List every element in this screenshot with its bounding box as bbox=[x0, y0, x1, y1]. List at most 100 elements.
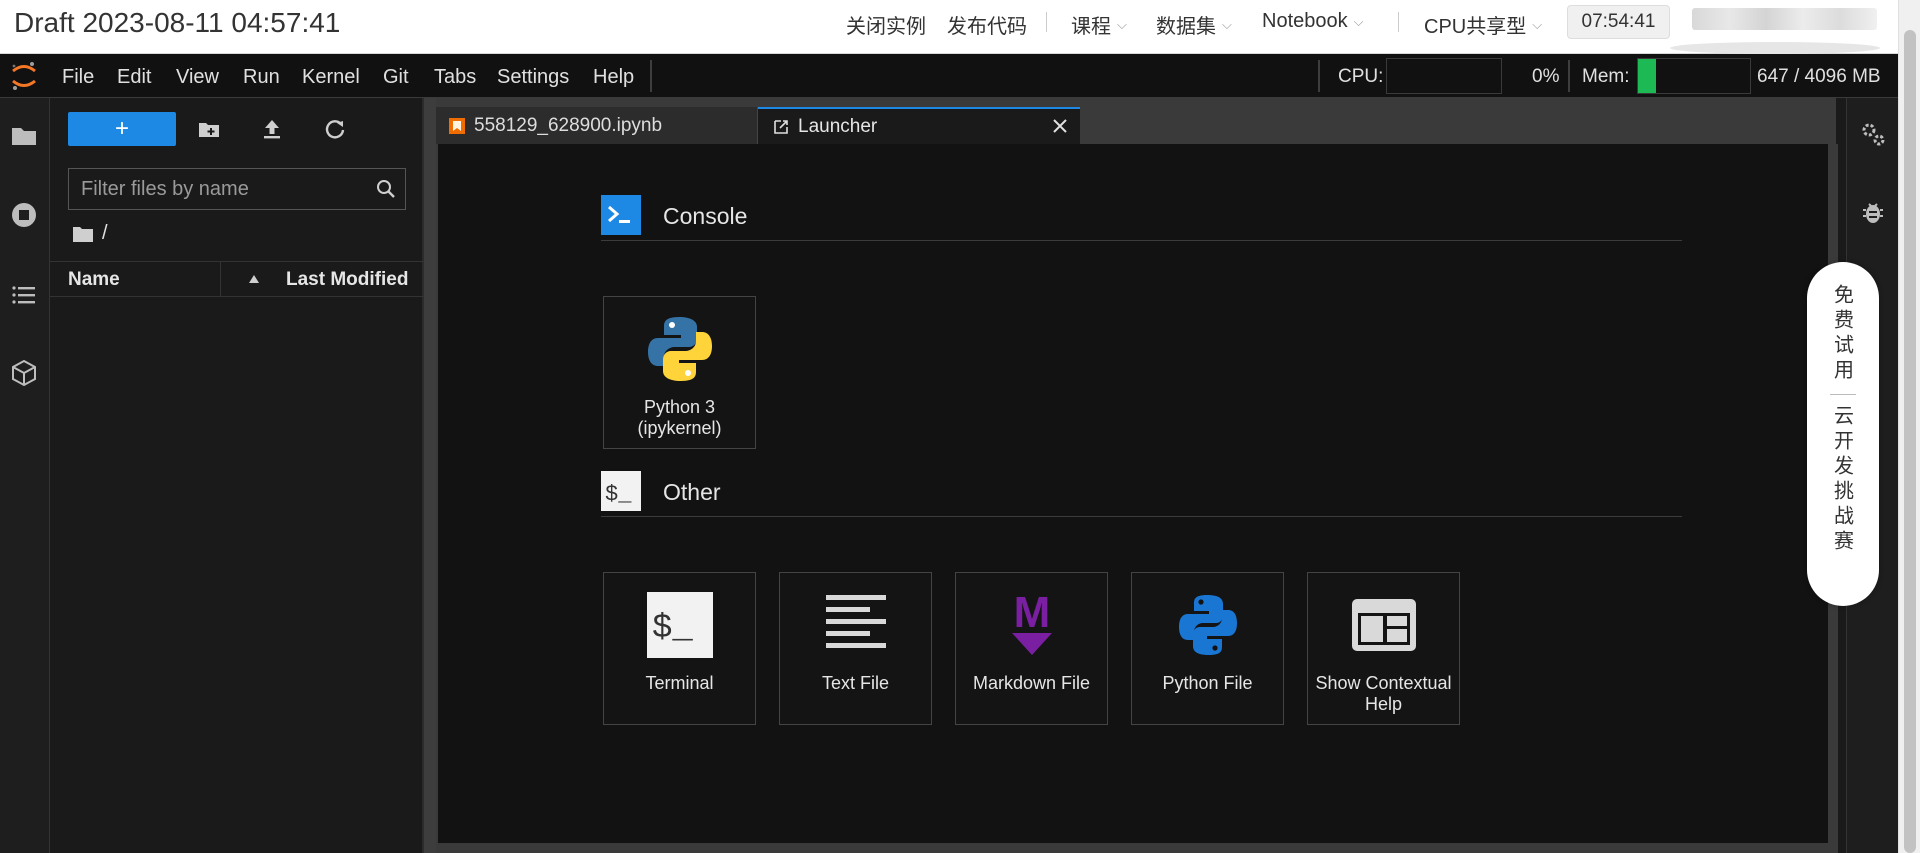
file-browser-panel: + / Name Last Modified bbox=[50, 98, 424, 853]
folder-icon bbox=[73, 226, 93, 242]
menu-view[interactable]: View bbox=[176, 66, 219, 89]
chevron-down-icon: ⌵ bbox=[1532, 16, 1543, 32]
menu-kernel[interactable]: Kernel bbox=[302, 66, 360, 89]
course-dropdown-label: 课程 bbox=[1071, 16, 1111, 38]
python-logo-icon bbox=[648, 317, 712, 381]
menu-help[interactable]: Help bbox=[593, 66, 634, 89]
cpu-label: CPU: bbox=[1338, 66, 1384, 87]
menu-edit[interactable]: Edit bbox=[117, 66, 151, 89]
session-timer: 07:54:41 bbox=[1567, 5, 1670, 39]
column-header-name[interactable]: Name bbox=[68, 269, 120, 291]
launcher-card-text-file[interactable]: Text File bbox=[779, 572, 932, 725]
property-inspector-gears-icon[interactable] bbox=[1859, 120, 1887, 148]
table-of-contents-icon[interactable] bbox=[9, 280, 39, 310]
new-folder-icon[interactable] bbox=[196, 116, 222, 142]
mem-value: 647 / 4096 MB bbox=[1757, 66, 1881, 87]
contextual-help-icon bbox=[1352, 599, 1416, 651]
sort-ascending-icon bbox=[249, 275, 259, 283]
terminal-icon: $_ bbox=[647, 592, 713, 658]
text-file-icon bbox=[826, 595, 886, 648]
terminal-dollar-icon: $_ bbox=[601, 471, 641, 511]
menu-bar: File Edit View Run Kernel Git Tabs Setti… bbox=[0, 54, 1920, 98]
machine-type-label: CPU共享型 bbox=[1424, 16, 1527, 38]
menu-file[interactable]: File bbox=[62, 66, 94, 89]
menu-settings[interactable]: Settings bbox=[497, 66, 569, 89]
machine-type-dropdown[interactable]: CPU共享型 ⌵ bbox=[1424, 10, 1542, 39]
card-label: Python File bbox=[1162, 673, 1253, 693]
launcher-card-markdown-file[interactable]: M Markdown File bbox=[955, 572, 1108, 725]
promo-floating-badge[interactable]: 免费试用 云开发挑战赛 bbox=[1807, 262, 1879, 606]
draft-title: Draft 2023-08-11 04:57:41 bbox=[14, 7, 341, 38]
file-list-header: Name Last Modified bbox=[50, 261, 424, 297]
column-header-last-modified[interactable]: Last Modified bbox=[286, 269, 408, 291]
python-file-icon bbox=[1179, 595, 1237, 655]
card-label: Markdown File bbox=[972, 673, 1091, 693]
divider bbox=[650, 60, 652, 92]
dataset-dropdown-label: 数据集 bbox=[1156, 16, 1216, 38]
launcher-card-contextual-help[interactable]: Show Contextual Help bbox=[1307, 572, 1460, 725]
filter-files-box bbox=[68, 168, 406, 210]
svg-text:$_: $_ bbox=[652, 610, 693, 648]
breadcrumb[interactable]: / bbox=[72, 222, 108, 245]
tab-launcher[interactable]: Launcher bbox=[758, 107, 1080, 144]
redacted-user-info bbox=[1692, 8, 1877, 30]
redacted-area bbox=[1670, 42, 1880, 54]
markdown-icon: M bbox=[1012, 589, 1052, 655]
scrollbar-thumb[interactable] bbox=[1904, 30, 1916, 853]
launcher-panel: Console Python 3 (ipykernel) $_ Other $_ bbox=[438, 144, 1838, 853]
page-scrollbar[interactable] bbox=[1898, 0, 1920, 853]
divider bbox=[1318, 60, 1320, 92]
tab-notebook-label: 558129_628900.ipynb bbox=[474, 114, 663, 136]
menu-run[interactable]: Run bbox=[243, 66, 280, 89]
notebook-icon bbox=[449, 117, 465, 134]
new-launcher-button[interactable]: + bbox=[68, 112, 176, 146]
dataset-dropdown[interactable]: 数据集 ⌵ bbox=[1156, 10, 1232, 39]
section-other: $_ Other bbox=[601, 471, 1682, 517]
filter-files-input[interactable] bbox=[69, 169, 359, 209]
promo-challenge[interactable]: 云开发挑战赛 bbox=[1829, 405, 1858, 555]
jupyter-logo-icon bbox=[12, 62, 36, 90]
menu-tabs[interactable]: Tabs bbox=[434, 66, 476, 89]
chevron-down-icon: ⌵ bbox=[1353, 13, 1364, 29]
breadcrumb-root[interactable]: / bbox=[102, 222, 108, 245]
launcher-card-terminal[interactable]: $_ Terminal bbox=[603, 572, 756, 725]
promo-free-trial[interactable]: 免费试用 bbox=[1829, 284, 1858, 384]
cpu-usage-bar bbox=[1386, 58, 1502, 94]
refresh-icon[interactable] bbox=[322, 116, 348, 142]
column-divider[interactable] bbox=[220, 262, 221, 296]
extension-cube-icon[interactable] bbox=[9, 358, 39, 388]
folder-icon[interactable] bbox=[9, 120, 39, 150]
console-prompt-icon bbox=[601, 195, 641, 235]
tab-launcher-label: Launcher bbox=[798, 115, 878, 137]
main-dock-area: 558129_628900.ipynb Launcher Console Pyt… bbox=[436, 98, 1838, 853]
section-console: Console bbox=[601, 195, 1682, 241]
debugger-bug-icon[interactable] bbox=[1859, 198, 1887, 226]
svg-text:$_: $_ bbox=[605, 482, 632, 507]
divider bbox=[1046, 12, 1047, 32]
chevron-down-icon: ⌵ bbox=[1117, 16, 1127, 32]
memory-usage-fill bbox=[1638, 59, 1656, 93]
search-icon bbox=[377, 180, 395, 198]
memory-usage-bar bbox=[1637, 58, 1751, 94]
notebook-dropdown[interactable]: Notebook ⌵ bbox=[1262, 10, 1363, 33]
draft-header-bar: Draft 2023-08-11 04:57:41 关闭实例 发布代码 课程 ⌵ … bbox=[0, 0, 1920, 54]
panel-splitter[interactable] bbox=[424, 98, 436, 853]
left-activity-bar bbox=[0, 98, 50, 853]
close-instance-button[interactable]: 关闭实例 bbox=[846, 10, 926, 39]
launcher-card-python-file[interactable]: Python File bbox=[1131, 572, 1284, 725]
tab-notebook[interactable]: 558129_628900.ipynb bbox=[436, 107, 758, 144]
mem-label: Mem: bbox=[1582, 66, 1630, 87]
card-label: Show Contextual Help bbox=[1315, 673, 1452, 714]
launcher-card-python3-console[interactable]: Python 3 (ipykernel) bbox=[603, 296, 756, 449]
chevron-down-icon: ⌵ bbox=[1222, 16, 1232, 32]
publish-code-button[interactable]: 发布代码 bbox=[947, 10, 1027, 39]
running-stop-icon[interactable] bbox=[9, 200, 39, 230]
course-dropdown[interactable]: 课程 ⌵ bbox=[1071, 10, 1127, 39]
upload-icon[interactable] bbox=[259, 116, 285, 142]
close-icon[interactable] bbox=[1052, 118, 1068, 134]
divider bbox=[1830, 394, 1856, 395]
notebook-dropdown-label: Notebook bbox=[1262, 10, 1348, 32]
menu-git[interactable]: Git bbox=[383, 66, 409, 89]
launcher-icon bbox=[774, 119, 788, 134]
divider bbox=[1568, 60, 1570, 92]
